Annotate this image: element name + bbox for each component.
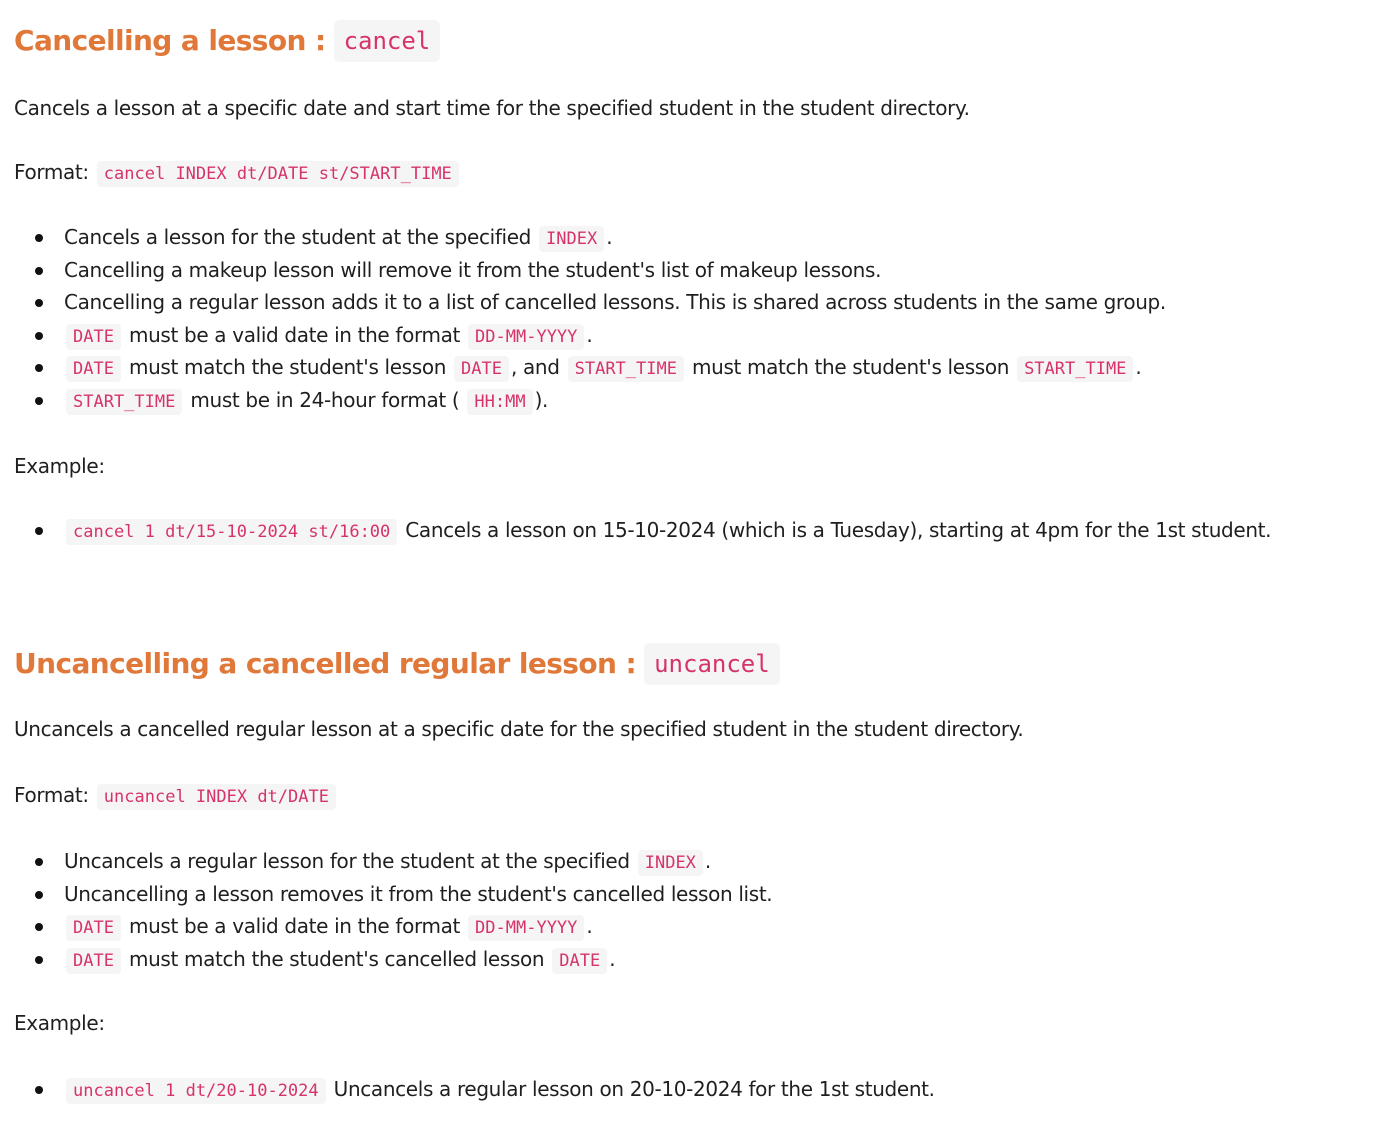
example-label: Example: bbox=[14, 454, 105, 478]
list-text: Cancelling a makeup lesson will remove i… bbox=[64, 257, 882, 282]
list-item: Cancelling a regular lesson adds it to a… bbox=[14, 287, 1166, 320]
list-text: must match the student's lesson bbox=[691, 355, 1010, 379]
list-text: . bbox=[586, 914, 593, 938]
list-text: Cancels a lesson for the student at the … bbox=[64, 225, 532, 249]
list-text: ). bbox=[534, 387, 549, 412]
format-label: Format: bbox=[14, 160, 89, 184]
examples-list: cancel 1 dt/15-10-2024 st/16:00 Cancels … bbox=[14, 515, 1272, 548]
heading-command-code: cancel bbox=[333, 20, 441, 62]
documentation-page: Cancelling a lesson : cancel Cancels a l… bbox=[0, 0, 1374, 1142]
example-label: Example: bbox=[14, 1011, 105, 1035]
section-heading-cancel: Cancelling a lesson : cancel bbox=[14, 20, 441, 62]
list-text: must be in 24-hour format ( bbox=[190, 387, 460, 412]
rules-list: Uncancels a regular lesson for the stude… bbox=[14, 846, 773, 977]
format-line: Format: uncancel INDEX dt/DATE bbox=[14, 780, 338, 812]
inline-code: DD-MM-YYYY bbox=[468, 915, 585, 941]
list-text: . bbox=[606, 225, 613, 249]
inline-code: DATE bbox=[66, 323, 121, 350]
list-text: Uncancelling a lesson removes it from th… bbox=[64, 881, 773, 906]
list-text: . bbox=[704, 849, 711, 873]
rules-list: Cancels a lesson for the student at the … bbox=[14, 222, 1166, 417]
list-item: DATE must be a valid date in the format … bbox=[14, 320, 1166, 353]
inline-code: INDEX bbox=[637, 850, 703, 876]
inline-code: DATE bbox=[552, 947, 608, 974]
list-item: DATE must match the student's cancelled … bbox=[14, 944, 772, 977]
example-item: uncancel 1 dt/20-10-2024 Uncancels a reg… bbox=[14, 1074, 935, 1107]
list-item: Cancelling a makeup lesson will remove i… bbox=[14, 255, 1166, 288]
list-text: . bbox=[586, 322, 593, 347]
heading-title: Uncancelling a cancelled regular lesson … bbox=[14, 647, 637, 680]
inline-code: DATE bbox=[66, 356, 121, 382]
inline-code: INDEX bbox=[539, 226, 605, 252]
list-item: Cancels a lesson for the student at the … bbox=[14, 222, 1166, 255]
example-text: Uncancels a regular lesson on 20-10-2024… bbox=[333, 1077, 935, 1101]
examples-list: uncancel 1 dt/20-10-2024 Uncancels a reg… bbox=[14, 1074, 935, 1107]
heading-command-code: uncancel bbox=[644, 643, 780, 685]
section-description: Uncancels a cancelled regular lesson at … bbox=[14, 717, 1024, 741]
inline-code: START_TIME bbox=[1017, 356, 1134, 382]
list-text: Uncancels a regular lesson for the stude… bbox=[64, 849, 630, 873]
format-code: cancel INDEX dt/DATE st/START_TIME bbox=[96, 161, 459, 187]
list-item: START_TIME must be in 24-hour format ( H… bbox=[14, 385, 1166, 418]
list-item: Uncancels a regular lesson for the stude… bbox=[14, 846, 772, 879]
list-text: . bbox=[1135, 355, 1142, 379]
format-line: Format: cancel INDEX dt/DATE st/START_TI… bbox=[14, 157, 461, 189]
list-item: DATE must match the student's lesson DAT… bbox=[14, 352, 1166, 385]
example-item: cancel 1 dt/15-10-2024 st/16:00 Cancels … bbox=[14, 515, 1272, 548]
inline-code: DATE bbox=[454, 356, 509, 382]
example-text: Cancels a lesson on 15-10-2024 (which is… bbox=[405, 518, 1272, 542]
section-description: Cancels a lesson at a specific date and … bbox=[14, 96, 970, 120]
list-text: must be a valid date in the format bbox=[128, 322, 461, 347]
inline-code: DATE bbox=[66, 915, 121, 941]
list-text: . bbox=[609, 946, 616, 971]
format-label: Format: bbox=[14, 783, 89, 807]
list-text: must match the student's cancelled lesso… bbox=[128, 946, 545, 971]
list-text: must be a valid date in the format bbox=[128, 914, 461, 938]
heading-title: Cancelling a lesson : bbox=[14, 24, 326, 57]
example-code: uncancel 1 dt/20-10-2024 bbox=[66, 1078, 326, 1104]
inline-code: HH:MM bbox=[467, 388, 533, 415]
list-text: , and bbox=[511, 355, 560, 379]
inline-code: DATE bbox=[66, 947, 121, 974]
list-item: DATE must be a valid date in the format … bbox=[14, 911, 772, 944]
format-code: uncancel INDEX dt/DATE bbox=[96, 784, 336, 810]
list-text: must match the student's lesson bbox=[128, 355, 447, 379]
inline-code: DD-MM-YYYY bbox=[468, 323, 585, 350]
example-code: cancel 1 dt/15-10-2024 st/16:00 bbox=[66, 519, 398, 545]
inline-code: START_TIME bbox=[567, 356, 684, 382]
inline-code: START_TIME bbox=[66, 388, 183, 415]
section-heading-uncancel: Uncancelling a cancelled regular lesson … bbox=[14, 643, 780, 685]
list-text: Cancelling a regular lesson adds it to a… bbox=[64, 290, 1166, 314]
list-item: Uncancelling a lesson removes it from th… bbox=[14, 879, 773, 912]
